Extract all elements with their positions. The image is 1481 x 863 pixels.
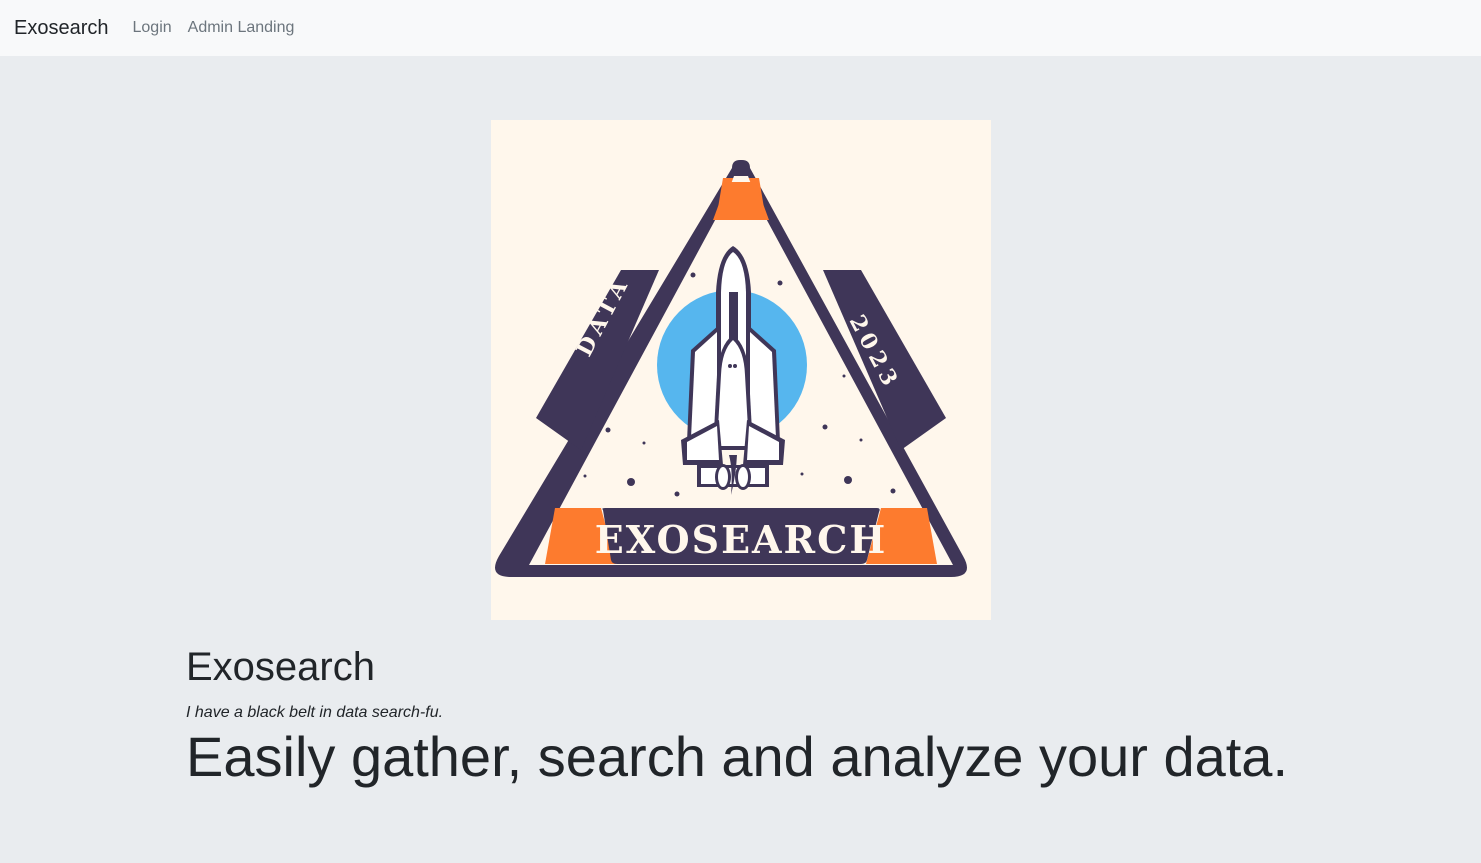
top-navbar: Exosearch Login Admin Landing (0, 0, 1481, 56)
admin-landing-link[interactable]: Admin Landing (188, 20, 295, 36)
tagline: I have a black belt in data search-fu. (186, 704, 444, 721)
login-link[interactable]: Login (133, 20, 172, 36)
brand-link[interactable]: Exosearch (14, 18, 109, 38)
page-title: Exosearch (186, 645, 375, 689)
hero-content: Exosearch I have a black belt in data se… (186, 643, 1336, 791)
logo-banner-text: EXOSEARCH (595, 517, 888, 562)
exosearch-logo: DATA 2023 EXOSEARCH (491, 120, 991, 620)
headline: Easily gather, search and analyze your d… (186, 725, 1289, 788)
